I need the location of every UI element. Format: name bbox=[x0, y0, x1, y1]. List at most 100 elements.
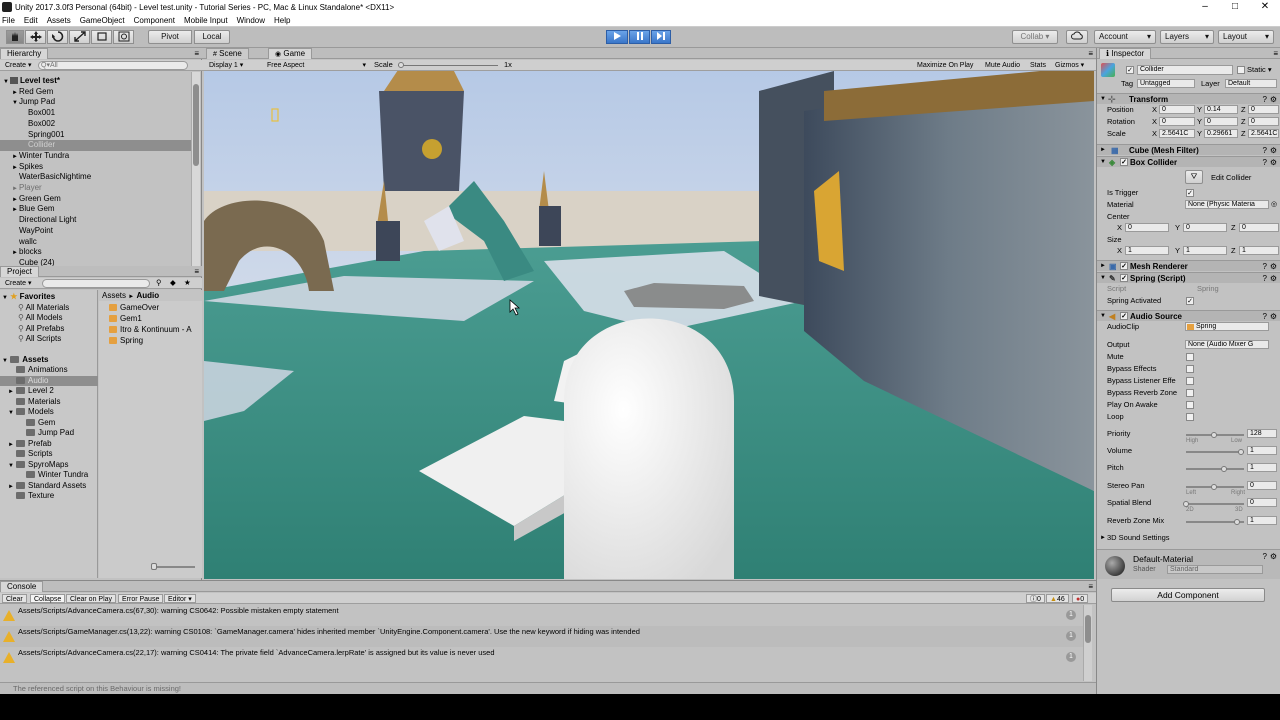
project-folder-item[interactable]: Audio bbox=[0, 375, 98, 386]
component-settings-icon[interactable]: ⚙ bbox=[1270, 145, 1277, 156]
project-folder-item[interactable]: ► Level 2 bbox=[0, 386, 54, 397]
scale-tool-button[interactable] bbox=[69, 30, 90, 44]
tab-scene[interactable]: # Scene bbox=[206, 48, 249, 59]
favorite-search-item[interactable]: ⚲ All Scripts bbox=[18, 334, 61, 345]
static-dropdown[interactable]: Static ▾ bbox=[1247, 65, 1272, 74]
project-create-button[interactable]: Create ▾ bbox=[2, 279, 34, 288]
size-x-field[interactable]: 1 bbox=[1125, 246, 1169, 255]
tab-inspector[interactable]: ℹ Inspector bbox=[1099, 48, 1152, 59]
layout-dropdown[interactable]: Layout ▾ bbox=[1218, 30, 1274, 44]
menu-assets[interactable]: Assets bbox=[47, 16, 71, 25]
file-item-gameover[interactable]: GameOver bbox=[109, 303, 159, 314]
help-icon[interactable]: ? bbox=[1263, 145, 1267, 156]
spatial-blend-field[interactable]: 0 bbox=[1247, 498, 1277, 507]
pivot-toggle[interactable]: Pivot bbox=[148, 30, 192, 44]
transform-z-field[interactable]: 2.5641C bbox=[1248, 129, 1279, 138]
layer-dropdown[interactable]: Default bbox=[1225, 79, 1277, 88]
audio-toggle-checkbox[interactable] bbox=[1186, 413, 1194, 421]
gizmos-dropdown[interactable]: Gizmos ▾ bbox=[1052, 61, 1087, 70]
stereo-pan-field[interactable]: 0 bbox=[1247, 481, 1277, 490]
transform-y-field[interactable]: 0.14 bbox=[1204, 105, 1238, 114]
icon-size-slider[interactable] bbox=[151, 563, 195, 570]
hierarchy-item[interactable]: Spring001 bbox=[0, 130, 192, 141]
help-icon[interactable]: ? bbox=[1263, 157, 1267, 168]
step-button[interactable] bbox=[651, 30, 671, 44]
hierarchy-item[interactable]: Box002 bbox=[0, 119, 192, 130]
project-folder-item[interactable]: ► Prefab bbox=[0, 439, 52, 450]
rect-tool-button[interactable] bbox=[91, 30, 112, 44]
transform-z-field[interactable]: 0 bbox=[1248, 105, 1279, 114]
mesh-renderer-enabled-checkbox[interactable]: ✓ bbox=[1120, 262, 1128, 270]
menu-component[interactable]: Component bbox=[134, 16, 175, 25]
hierarchy-item[interactable]: ►Spikes bbox=[0, 162, 192, 173]
rotate-tool-button[interactable] bbox=[47, 30, 68, 44]
mute-audio-toggle[interactable]: Mute Audio bbox=[982, 61, 1023, 70]
component-settings-icon[interactable]: ⚙ bbox=[1270, 261, 1277, 272]
hierarchy-item[interactable]: ►Green Gem bbox=[0, 194, 192, 205]
spring-script-component-header[interactable]: ▼ ✎ ✓ Spring (Script) ? ⚙ bbox=[1097, 272, 1280, 283]
gameobject-active-checkbox[interactable]: ✓ bbox=[1126, 66, 1134, 74]
transform-z-field[interactable]: 0 bbox=[1248, 117, 1279, 126]
stats-toggle[interactable]: Stats bbox=[1027, 61, 1049, 70]
audio-toggle-checkbox[interactable] bbox=[1186, 353, 1194, 361]
volume-slider[interactable] bbox=[1186, 449, 1244, 455]
physic-material-field[interactable]: None (Physic Materia bbox=[1185, 200, 1269, 209]
volume-field[interactable]: 1 bbox=[1247, 446, 1277, 455]
box-collider-enabled-checkbox[interactable]: ✓ bbox=[1120, 158, 1128, 166]
object-name-field[interactable]: Collider bbox=[1137, 65, 1233, 75]
project-folder-item[interactable]: ▼ SpyroMaps bbox=[0, 460, 68, 471]
center-y-field[interactable]: 0 bbox=[1183, 223, 1227, 232]
menu-mobile-input[interactable]: Mobile Input bbox=[184, 16, 228, 25]
component-settings-icon[interactable]: ⚙ bbox=[1270, 311, 1277, 322]
warning-count-toggle[interactable]: ▲46 bbox=[1046, 594, 1069, 603]
hierarchy-item[interactable]: wallc bbox=[0, 237, 192, 248]
file-item-gem1[interactable]: Gem1 bbox=[109, 314, 142, 325]
hierarchy-item[interactable]: ▼Jump Pad bbox=[0, 97, 192, 108]
is-trigger-checkbox[interactable]: ✓ bbox=[1186, 189, 1194, 197]
box-collider-component-header[interactable]: ▼ ◈ ✓ Box Collider ? ⚙ bbox=[1097, 156, 1280, 167]
hierarchy-item[interactable]: ►Red Gem bbox=[0, 87, 192, 98]
breadcrumb-audio[interactable]: Audio bbox=[136, 291, 159, 300]
project-folder-item[interactable]: Materials bbox=[0, 397, 60, 408]
size-y-field[interactable]: 1 bbox=[1183, 246, 1227, 255]
object-picker-icon[interactable]: ◎ bbox=[1271, 200, 1277, 210]
favorite-search-item[interactable]: ⚲ All Materials bbox=[18, 303, 69, 314]
center-z-field[interactable]: 0 bbox=[1239, 223, 1279, 232]
project-folder-item[interactable]: Jump Pad bbox=[0, 428, 74, 439]
error-count-toggle[interactable]: ●0 bbox=[1072, 594, 1089, 603]
account-dropdown[interactable]: Account ▾ bbox=[1094, 30, 1156, 44]
audio-toggle-checkbox[interactable] bbox=[1186, 389, 1194, 397]
menu-gameobject[interactable]: GameObject bbox=[80, 16, 125, 25]
pitch-slider[interactable] bbox=[1186, 466, 1244, 472]
hierarchy-item[interactable]: ►Winter Tundra bbox=[0, 151, 192, 162]
pitch-field[interactable]: 1 bbox=[1247, 463, 1277, 472]
audio-toggle-checkbox[interactable] bbox=[1186, 365, 1194, 373]
panel-menu-icon[interactable]: ≡ bbox=[194, 48, 199, 59]
project-folder-item[interactable]: Animations bbox=[0, 365, 68, 376]
move-tool-button[interactable] bbox=[25, 30, 46, 44]
hierarchy-item[interactable]: ▼ Level test* bbox=[0, 76, 192, 87]
pause-button[interactable] bbox=[629, 30, 650, 44]
favorite-search-item[interactable]: ⚲ All Models bbox=[18, 313, 63, 324]
tab-hierarchy[interactable]: Hierarchy bbox=[0, 48, 49, 59]
console-scrollbar[interactable] bbox=[1083, 605, 1092, 681]
help-icon[interactable]: ? bbox=[1263, 261, 1267, 272]
hierarchy-item[interactable]: Directional Light bbox=[0, 215, 192, 226]
close-button[interactable]: ✕ bbox=[1250, 0, 1280, 14]
transform-y-field[interactable]: 0.29661 bbox=[1204, 129, 1238, 138]
hierarchy-item[interactable]: WayPoint bbox=[0, 226, 192, 237]
scale-slider-knob[interactable] bbox=[398, 62, 404, 68]
tab-console[interactable]: Console bbox=[0, 581, 44, 592]
output-field[interactable]: None (Audio Mixer G bbox=[1185, 340, 1269, 349]
priority-slider[interactable] bbox=[1186, 432, 1244, 438]
transform-x-field[interactable]: 2.5641C bbox=[1159, 129, 1195, 138]
hierarchy-item[interactable]: Collider bbox=[0, 140, 192, 151]
local-toggle[interactable]: Local bbox=[194, 30, 230, 44]
tab-game[interactable]: ◉ Game bbox=[268, 48, 313, 59]
hierarchy-create-button[interactable]: Create ▾ bbox=[2, 61, 34, 70]
panel-menu-icon[interactable]: ≡ bbox=[194, 266, 199, 277]
console-log-entry[interactable]: Assets/Scripts/AdvanceCamera.cs(22,17): … bbox=[0, 647, 1090, 668]
cloud-button[interactable] bbox=[1066, 30, 1088, 44]
hierarchy-item[interactable]: ►blocks bbox=[0, 247, 192, 258]
spring-script-enabled-checkbox[interactable]: ✓ bbox=[1120, 274, 1128, 282]
